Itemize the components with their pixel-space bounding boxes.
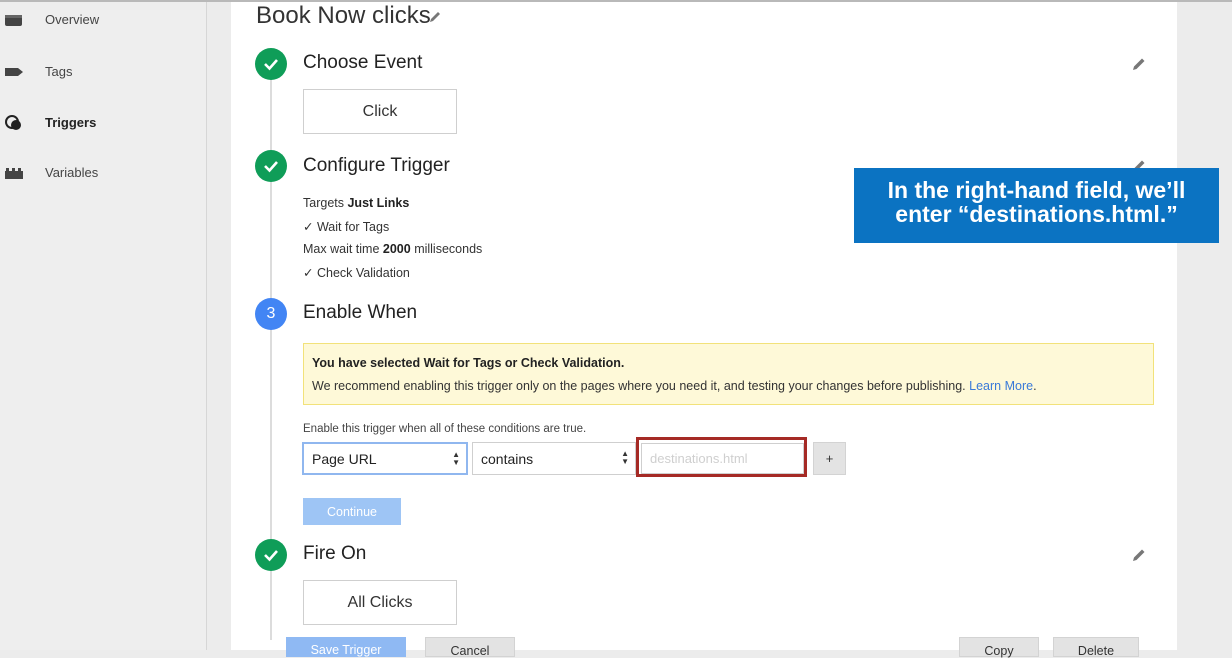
sidebar-item-tags[interactable]: Tags (0, 60, 205, 84)
config-wait-for-tags: ✓ Wait for Tags (303, 220, 390, 234)
config-check-validation: ✓ Check Validation (303, 266, 410, 280)
step-number-badge: 3 (255, 298, 287, 330)
cancel-button[interactable]: Cancel (425, 637, 515, 658)
variables-icon (5, 168, 23, 179)
checkmark-icon: ✓ (303, 220, 314, 234)
warning-text: We recommend enabling this trigger only … (312, 379, 1037, 393)
select-arrows-icon: ▲ ▼ (621, 449, 629, 466)
config-targets: Targets Just Links (303, 196, 410, 210)
copy-button[interactable]: Copy (959, 637, 1039, 658)
sidebar-item-overview[interactable]: Overview (0, 8, 205, 32)
delete-button[interactable]: Delete (1053, 637, 1139, 658)
callout-line-1: In the right-hand field, we’ll (887, 177, 1186, 203)
step-complete-check (255, 539, 287, 571)
check-icon (264, 59, 278, 71)
select-arrows-icon: ▲ ▼ (452, 450, 460, 467)
config-max-wait: Max wait time 2000 milliseconds (303, 242, 483, 256)
conditions-label: Enable this trigger when all of these co… (303, 423, 587, 435)
warning-title: You have selected Wait for Tags or Check… (312, 356, 625, 370)
overview-icon (5, 15, 22, 26)
trigger-editor-panel: Book Now clicks Choose Event Click Confi… (231, 2, 1177, 658)
operator-select[interactable]: contains ▲ ▼ (472, 442, 636, 475)
fire-on-summary-box[interactable]: All Clicks (303, 580, 457, 625)
pencil-icon[interactable] (1131, 56, 1147, 72)
highlight-box (636, 437, 807, 477)
sidebar: Overview Tags Triggers Variables (0, 2, 207, 650)
step-complete-check (255, 150, 287, 182)
operator-select-value: contains (481, 450, 534, 467)
page-title[interactable]: Book Now clicks (256, 2, 431, 30)
variable-select-value: Page URL (312, 450, 377, 467)
sidebar-item-label: Tags (45, 64, 73, 79)
tag-icon (5, 68, 23, 76)
sidebar-item-label: Overview (45, 12, 100, 27)
step-title-enable-when: Enable When (303, 302, 418, 323)
sidebar-item-triggers[interactable]: Triggers (0, 111, 205, 135)
step-title-choose-event: Choose Event (303, 52, 423, 73)
step-title-fire-on: Fire On (303, 543, 367, 564)
warning-banner: You have selected Wait for Tags or Check… (303, 343, 1154, 405)
sidebar-item-label: Variables (45, 165, 99, 180)
continue-button[interactable]: Continue (303, 498, 401, 525)
step-complete-check (255, 48, 287, 80)
sidebar-item-variables[interactable]: Variables (0, 161, 205, 185)
callout-line-2: enter “destinations.html.” (895, 201, 1178, 227)
add-condition-button[interactable]: + (813, 442, 846, 475)
checkmark-icon: ✓ (303, 266, 314, 280)
check-icon (264, 550, 278, 562)
trigger-icon (5, 115, 21, 130)
check-icon (264, 161, 278, 173)
learn-more-link[interactable]: Learn More (969, 379, 1033, 393)
event-summary-box[interactable]: Click (303, 89, 457, 134)
step-title-configure-trigger: Configure Trigger (303, 155, 450, 176)
pencil-icon[interactable] (1131, 547, 1147, 563)
sidebar-item-label: Triggers (45, 115, 97, 130)
pencil-icon[interactable] (428, 10, 442, 24)
variable-select[interactable]: Page URL ▲ ▼ (302, 442, 468, 475)
save-trigger-button[interactable]: Save Trigger (286, 637, 406, 657)
instruction-callout: In the right-hand field, we’ll enter “de… (854, 168, 1219, 243)
